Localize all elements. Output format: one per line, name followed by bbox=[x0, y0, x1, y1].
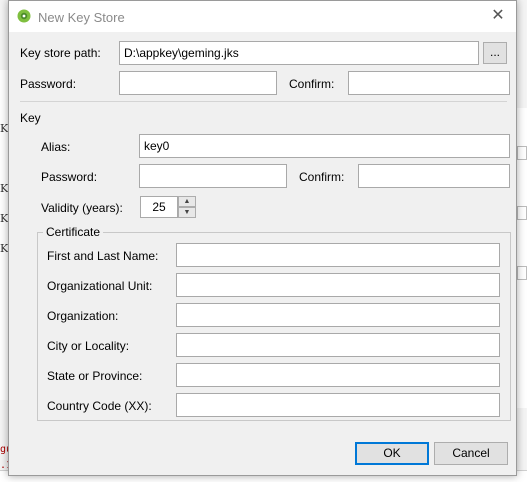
background-right-field bbox=[517, 206, 527, 220]
alias-input[interactable] bbox=[139, 134, 510, 158]
key-password-input[interactable] bbox=[139, 164, 287, 188]
organizational-unit-input[interactable] bbox=[176, 273, 500, 297]
android-studio-icon bbox=[17, 9, 31, 23]
cert-field-label: Country Code (XX): bbox=[47, 399, 152, 413]
spin-down-button[interactable]: ▼ bbox=[178, 207, 196, 218]
validity-spinner-input[interactable] bbox=[140, 196, 178, 218]
cert-field-label: State or Province: bbox=[47, 369, 143, 383]
cert-field-label: Organizational Unit: bbox=[47, 279, 153, 293]
chevron-up-icon: ▲ bbox=[183, 198, 191, 205]
ok-button[interactable]: OK bbox=[355, 442, 429, 465]
background-right-field bbox=[517, 266, 527, 280]
state-province-input[interactable] bbox=[176, 363, 500, 387]
title-bar[interactable]: New Key Store ✕ bbox=[9, 1, 516, 32]
browse-button[interactable]: ... bbox=[483, 42, 507, 64]
cert-field-label: First and Last Name: bbox=[47, 249, 159, 263]
alias-label: Alias: bbox=[41, 140, 71, 154]
key-confirm-label: Confirm: bbox=[299, 170, 345, 184]
keystore-password-input[interactable] bbox=[119, 71, 277, 95]
close-button[interactable]: ✕ bbox=[486, 5, 510, 27]
key-password-label: Password: bbox=[41, 170, 98, 184]
new-key-store-dialog: New Key Store ✕ Key store path: ... Pass… bbox=[8, 0, 517, 476]
chevron-down-icon: ▼ bbox=[183, 209, 191, 216]
city-locality-input[interactable] bbox=[176, 333, 500, 357]
cert-field-label: Organization: bbox=[47, 309, 119, 323]
keystore-confirm-label: Confirm: bbox=[289, 77, 335, 91]
certificate-title: Certificate bbox=[43, 225, 104, 239]
keystore-confirm-input[interactable] bbox=[348, 71, 510, 95]
spin-up-button[interactable]: ▲ bbox=[178, 196, 196, 207]
key-confirm-input[interactable] bbox=[358, 164, 510, 188]
country-code-input[interactable] bbox=[176, 393, 500, 417]
first-last-name-input[interactable] bbox=[176, 243, 500, 267]
background-right-field bbox=[517, 146, 527, 160]
keystore-password-label: Password: bbox=[20, 77, 77, 91]
section-separator bbox=[20, 101, 507, 102]
organization-input[interactable] bbox=[176, 303, 500, 327]
cancel-button[interactable]: Cancel bbox=[434, 442, 508, 465]
cert-field-label: City or Locality: bbox=[47, 339, 130, 353]
close-icon: ✕ bbox=[491, 7, 505, 24]
key-store-path-input[interactable] bbox=[119, 41, 479, 65]
validity-label: Validity (years): bbox=[41, 201, 123, 215]
key-section-label: Key bbox=[20, 111, 41, 125]
key-store-path-label: Key store path: bbox=[20, 46, 101, 60]
window-title: New Key Store bbox=[38, 10, 125, 25]
